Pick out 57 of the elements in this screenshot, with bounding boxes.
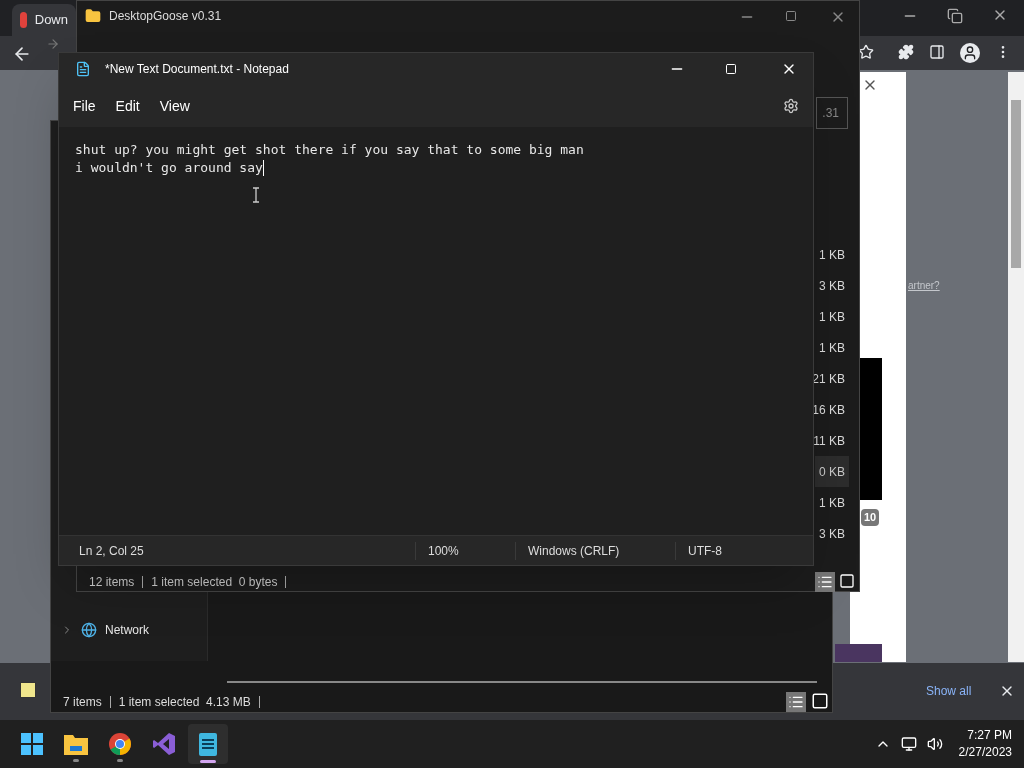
size-cell[interactable]: 1 KB bbox=[815, 487, 849, 518]
studio-logo-icon bbox=[152, 732, 176, 756]
text-line: i wouldn't go around say bbox=[75, 159, 263, 178]
windows-logo-icon bbox=[20, 732, 44, 756]
clock-time: 7:27 PM bbox=[967, 727, 1012, 744]
status-text: 7 items bbox=[63, 694, 102, 711]
size-cell[interactable]: 3 KB bbox=[815, 518, 849, 549]
bookmark-star-icon[interactable] bbox=[858, 44, 874, 60]
preview-view-icon[interactable] bbox=[839, 573, 855, 589]
show-all-button[interactable]: Show all bbox=[918, 682, 980, 700]
notepad-icon bbox=[198, 731, 218, 757]
window-title: DesktopGoose v0.31 bbox=[109, 8, 222, 25]
text-cursor-icon bbox=[252, 187, 260, 203]
sidebar-item[interactable]: Network bbox=[61, 621, 149, 639]
status-text: 1 item selected 0 bytes bbox=[151, 574, 278, 591]
status-text: 1 item selected 4.13 MB bbox=[118, 694, 251, 711]
browser-logo-icon bbox=[108, 732, 132, 756]
status-text: Windows (CRLF) bbox=[515, 541, 675, 560]
network-icon[interactable] bbox=[900, 736, 917, 752]
status-text: 12 items bbox=[89, 574, 135, 591]
menu-item[interactable]: Edit bbox=[107, 91, 148, 121]
text-caret bbox=[262, 160, 264, 176]
taskbar-button[interactable] bbox=[188, 724, 228, 764]
size-cell[interactable]: 0 KB bbox=[815, 456, 849, 487]
status-text: Ln 2, Col 25 bbox=[78, 542, 145, 560]
window-title: *New Text Document.txt - Notepad bbox=[105, 61, 290, 78]
size-cell[interactable]: 11 KB bbox=[815, 425, 849, 456]
zip-file-icon bbox=[20, 682, 36, 698]
text-editor[interactable]: shut up? you might get shot there if you say that to some big man i wouldn't go around say bbox=[59, 127, 813, 535]
browser-tab[interactable]: Down bbox=[12, 4, 76, 36]
volume-icon[interactable] bbox=[926, 736, 943, 752]
folder-icon bbox=[63, 732, 89, 756]
extensions-icon[interactable] bbox=[898, 44, 914, 60]
clock-date: 2/27/2023 bbox=[958, 744, 1012, 761]
search-field[interactable]: .31 bbox=[816, 97, 848, 129]
status-text: UTF-8 bbox=[675, 541, 795, 560]
text-line: shut up? you might get shot there if you say that to some big man bbox=[75, 141, 584, 160]
settings-icon[interactable] bbox=[783, 98, 799, 114]
forward-icon[interactable] bbox=[46, 37, 60, 51]
menu-item[interactable]: View bbox=[151, 91, 198, 121]
menu-item[interactable]: File bbox=[65, 91, 104, 121]
status-text: 100% bbox=[415, 541, 515, 560]
details-view-icon[interactable] bbox=[815, 572, 835, 592]
size-cell[interactable]: 1 KB bbox=[815, 332, 849, 363]
restore-icon[interactable] bbox=[947, 8, 963, 24]
details-view-icon[interactable] bbox=[786, 692, 806, 712]
size-cell[interactable]: 16 KB bbox=[815, 394, 849, 425]
notepad-icon bbox=[75, 61, 91, 77]
network-icon bbox=[81, 622, 97, 638]
size-cell[interactable]: 3 KB bbox=[815, 270, 849, 301]
preview-view-icon[interactable] bbox=[811, 692, 829, 710]
size-cell[interactable]: 1 KB bbox=[815, 239, 849, 270]
size-cell[interactable]: 1 KB bbox=[815, 301, 849, 332]
folder-icon bbox=[85, 8, 101, 24]
side-panel-icon[interactable] bbox=[929, 44, 945, 60]
count-badge: 10 bbox=[861, 509, 880, 526]
decorative-banner bbox=[835, 644, 882, 662]
